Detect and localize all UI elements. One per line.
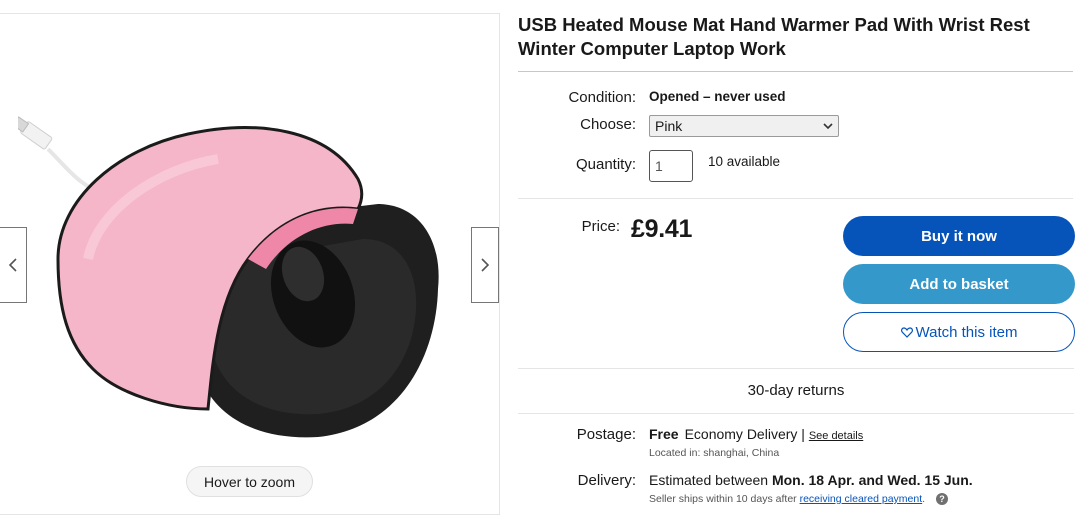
dispatch-prefix: Seller ships within 10 days after: [649, 493, 797, 505]
delivery-dates: Mon. 18 Apr. and Wed. 15 Jun.: [771, 472, 973, 488]
dispatch-suffix: .: [922, 493, 926, 505]
divider: [518, 413, 1074, 414]
delivery-prefix: Estimated between: [649, 472, 769, 488]
price-value: £9.41: [631, 215, 693, 243]
divider: [518, 198, 1073, 199]
variation-select[interactable]: Pink: [649, 115, 839, 137]
hover-to-zoom-label[interactable]: Hover to zoom: [186, 466, 313, 497]
delivery-estimate: Estimated between Mon. 18 Apr. and Wed. …: [649, 472, 973, 488]
watch-item-button[interactable]: Watch this item: [843, 312, 1075, 352]
quantity-input[interactable]: 1: [649, 150, 693, 182]
item-location: Located in: shanghai, China: [649, 447, 780, 459]
previous-image-button[interactable]: [0, 227, 27, 303]
postage-service: Economy Delivery |: [684, 426, 805, 442]
choose-label: Choose:: [580, 116, 636, 133]
price-label: Price:: [581, 218, 620, 235]
condition-value: Opened – never used: [649, 89, 786, 104]
delivery-label: Delivery:: [577, 472, 636, 489]
quantity-label: Quantity:: [575, 156, 636, 173]
listing-title: USB Heated Mouse Mat Hand Warmer Pad Wit…: [518, 14, 1030, 59]
see-details-link[interactable]: See details: [809, 430, 863, 442]
available-count: 10 available: [708, 154, 781, 169]
cleared-payment-link[interactable]: receiving cleared payment: [800, 493, 923, 505]
postage-value: Free Economy Delivery | See details: [649, 426, 863, 442]
image-gallery: Hover to zoom: [0, 13, 500, 515]
dispatch-info: Seller ships within 10 days after receiv…: [649, 493, 948, 506]
heart-icon: [900, 326, 913, 338]
help-icon[interactable]: ?: [936, 493, 948, 506]
postage-label: Postage:: [576, 426, 636, 443]
watch-item-label: Watch this item: [915, 323, 1018, 341]
divider: [518, 368, 1074, 369]
postage-free: Free: [649, 426, 679, 442]
add-to-basket-button[interactable]: Add to basket: [843, 264, 1075, 304]
variation-select-value: Pink: [655, 118, 683, 134]
product-image[interactable]: [18, 109, 458, 449]
condition-label: Condition:: [568, 89, 636, 106]
chevron-right-icon: [481, 258, 490, 272]
buy-it-now-button[interactable]: Buy it now: [843, 216, 1075, 256]
next-image-button[interactable]: [471, 227, 499, 303]
chevron-down-icon: [823, 122, 833, 129]
divider: [518, 71, 1073, 72]
chevron-left-icon: [8, 258, 17, 272]
returns-policy: 30-day returns: [747, 382, 845, 399]
